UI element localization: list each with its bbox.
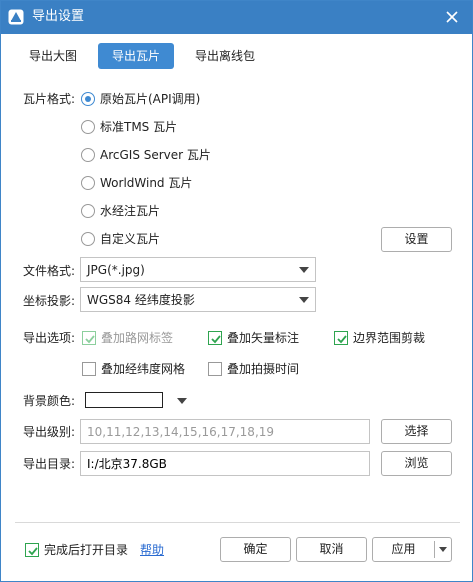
background-color-swatch[interactable] [85, 392, 163, 408]
file-format-select[interactable]: JPG(*.jpg) [80, 257, 316, 282]
checkbox-label: 边界范围剪裁 [353, 331, 426, 345]
settings-button[interactable]: 设置 [381, 227, 452, 252]
radio-button[interactable] [81, 148, 95, 162]
export-dir-input[interactable] [81, 452, 369, 475]
checkbox[interactable] [208, 362, 222, 376]
tile-format-label: 瓦片格式: [23, 92, 76, 106]
checkbox-label: 叠加矢量标注 [227, 331, 300, 345]
radio-button[interactable] [81, 204, 95, 218]
export-options-label: 导出选项: [23, 331, 76, 345]
chevron-down-icon [299, 297, 309, 303]
checkbox[interactable] [82, 331, 96, 345]
ok-button[interactable]: 确定 [220, 537, 291, 562]
window-title: 导出设置 [32, 9, 85, 24]
export-settings-dialog: 导出设置 导出大图 导出瓦片 导出离线包 瓦片格式: 原始瓦片(API调用) 标… [0, 0, 473, 582]
radio-button[interactable] [81, 176, 95, 190]
check-icon [211, 335, 221, 344]
radio-button[interactable] [81, 92, 95, 106]
chevron-down-icon[interactable] [435, 538, 451, 561]
radio-label: 标准TMS 瓦片 [100, 120, 178, 134]
export-level-field[interactable] [80, 419, 370, 444]
file-format-label: 文件格式: [23, 264, 76, 278]
radio-label: 水经注瓦片 [100, 204, 161, 218]
radio-label: WorldWind 瓦片 [100, 176, 193, 190]
footer-divider [15, 522, 460, 523]
radio-label: ArcGIS Server 瓦片 [100, 148, 211, 162]
checkbox[interactable] [82, 362, 96, 376]
close-icon[interactable] [445, 10, 459, 24]
checkbox[interactable] [25, 543, 39, 557]
apply-split-button[interactable]: 应用 [372, 537, 452, 562]
check-icon [337, 335, 347, 344]
radio-button[interactable] [81, 120, 95, 134]
export-level-label: 导出级别: [23, 425, 76, 439]
projection-value: WGS84 经纬度投影 [87, 293, 195, 307]
export-dir-label: 导出目录: [23, 457, 76, 471]
export-level-input[interactable] [81, 420, 369, 443]
background-color-label: 背景颜色: [23, 394, 76, 408]
select-level-button[interactable]: 选择 [381, 419, 452, 444]
checkbox[interactable] [208, 331, 222, 345]
checkbox-label: 完成后打开目录 [44, 543, 129, 557]
check-icon [85, 335, 95, 344]
checkbox-label: 叠加拍摄时间 [227, 362, 300, 376]
projection-label: 坐标投影: [23, 294, 76, 308]
chevron-down-icon[interactable] [177, 398, 187, 404]
browse-button[interactable]: 浏览 [381, 451, 452, 476]
checkbox[interactable] [334, 331, 348, 345]
app-logo-icon [8, 9, 24, 25]
export-dir-field[interactable] [80, 451, 370, 476]
checkbox-label: 叠加路网标签 [101, 331, 174, 345]
title-bar: 导出设置 [1, 1, 472, 34]
apply-button[interactable]: 应用 [373, 538, 434, 561]
tab-export-offline-package[interactable]: 导出离线包 [195, 43, 255, 69]
projection-select[interactable]: WGS84 经纬度投影 [80, 287, 316, 312]
chevron-down-icon [299, 267, 309, 273]
file-format-value: JPG(*.jpg) [87, 263, 145, 277]
tab-export-tiles[interactable]: 导出瓦片 [98, 43, 175, 69]
radio-button[interactable] [81, 232, 95, 246]
help-link[interactable]: 帮助 [140, 542, 164, 558]
radio-label: 原始瓦片(API调用) [100, 92, 201, 106]
cancel-button[interactable]: 取消 [296, 537, 367, 562]
check-icon [28, 547, 38, 556]
radio-label: 自定义瓦片 [100, 232, 161, 246]
tab-export-large-image[interactable]: 导出大图 [29, 43, 77, 69]
checkbox-label: 叠加经纬度网格 [101, 362, 186, 376]
